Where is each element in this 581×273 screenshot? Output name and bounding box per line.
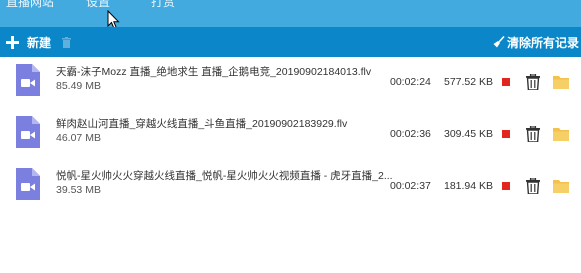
clear-all-button[interactable]: 清除所有记录 — [493, 27, 579, 57]
trash-icon[interactable] — [526, 74, 540, 90]
clear-all-label: 清除所有记录 — [507, 35, 580, 50]
file-size: 39.53 MB — [56, 184, 101, 196]
new-button[interactable]: 新建 — [6, 27, 51, 57]
trash-icon[interactable] — [526, 126, 540, 142]
record-bytes: 309.45 KB — [444, 128, 494, 140]
video-file-icon — [16, 116, 40, 148]
trash-icon — [62, 36, 71, 48]
delete-button[interactable] — [62, 27, 71, 57]
record-bytes: 577.52 KB — [444, 76, 494, 88]
plus-icon — [6, 35, 19, 49]
recording-list: 天霸-沫子Mozz 直播_绝地求生 直播_企鹅电竞_20190902184013… — [0, 57, 581, 273]
record-duration: 00:02:36 — [390, 128, 431, 140]
record-bytes: 181.94 KB — [444, 180, 494, 192]
new-button-label: 新建 — [27, 35, 52, 50]
record-duration: 00:02:37 — [390, 180, 431, 192]
video-file-icon — [16, 168, 40, 200]
folder-icon[interactable] — [553, 75, 569, 89]
file-size: 46.07 MB — [56, 132, 101, 144]
toolbar: 新建 清除所有记录 — [0, 27, 581, 57]
stop-icon[interactable] — [502, 182, 510, 190]
file-name: 天霸-沫子Mozz 直播_绝地求生 直播_企鹅电竞_20190902184013… — [56, 66, 372, 78]
recording-row[interactable]: 鲜肉赵山河直播_穿越火线直播_斗鱼直播_20190902183929.flv 4… — [0, 113, 581, 165]
video-file-icon — [16, 64, 40, 96]
stop-icon[interactable] — [502, 78, 510, 86]
folder-icon[interactable] — [553, 127, 569, 141]
file-name: 悦帆-星火帅火火穿越火线直播_悦帆-星火帅火火视频直播 - 虎牙直播_2... — [56, 170, 393, 182]
trash-icon[interactable] — [526, 178, 540, 194]
top-nav: 直播网站 设置 打赏 — [0, 0, 581, 27]
recording-row[interactable]: 天霸-沫子Mozz 直播_绝地求生 直播_企鹅电竞_20190902184013… — [0, 61, 581, 113]
stop-icon[interactable] — [502, 130, 510, 138]
record-duration: 00:02:24 — [390, 76, 431, 88]
tab-donate[interactable]: 打赏 — [151, 0, 175, 9]
file-name: 鲜肉赵山河直播_穿越火线直播_斗鱼直播_20190902183929.flv — [56, 118, 348, 130]
folder-icon[interactable] — [553, 179, 569, 193]
file-size: 85.49 MB — [56, 80, 101, 92]
tab-settings[interactable]: 设置 — [86, 0, 110, 9]
tab-live-sites[interactable]: 直播网站 — [6, 0, 54, 9]
broom-icon — [493, 36, 505, 48]
recording-row[interactable]: 悦帆-星火帅火火穿越火线直播_悦帆-星火帅火火视频直播 - 虎牙直播_2... … — [0, 165, 581, 217]
